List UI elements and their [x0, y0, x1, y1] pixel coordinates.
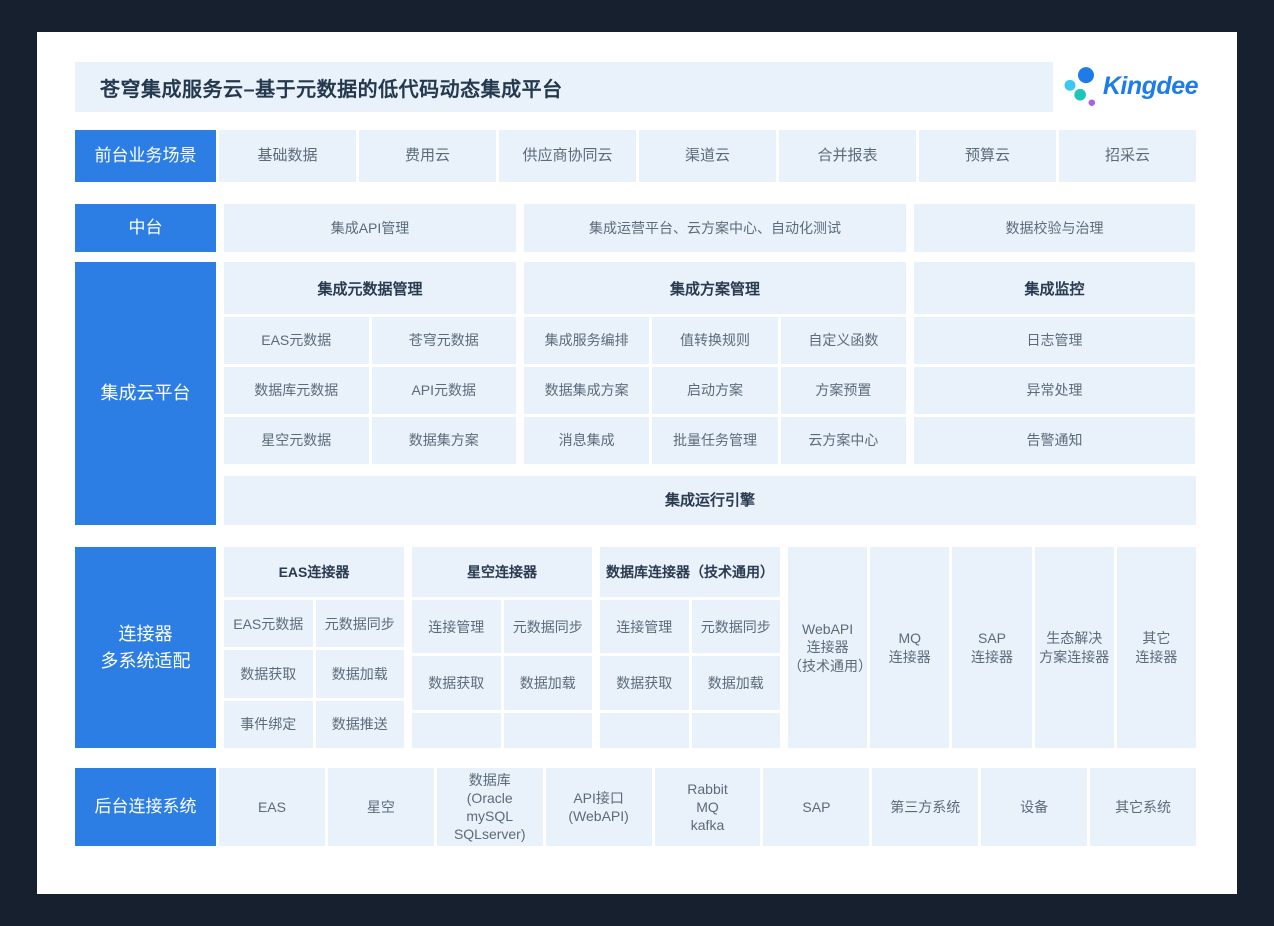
kingdee-logo-icon: [1062, 55, 1097, 117]
tall-connector-cell: MQ 连接器: [870, 547, 949, 748]
solution-management-grid: 集成服务编排 值转换规则 自定义函数 数据集成方案 启动方案 方案预置 消息集成…: [524, 317, 906, 464]
connector-cell: 数据加载: [692, 656, 781, 709]
backend-item: 星空: [328, 768, 434, 846]
platform-cell: 星空元数据: [224, 417, 369, 464]
row-label-platform: 集成云平台: [75, 262, 216, 525]
front-office-row: 前台业务场景 基础数据 费用云 供应商协同云 渠道云 合并报表 预算云 招采云: [75, 130, 1196, 182]
platform-cell: EAS元数据: [224, 317, 369, 364]
platform-cell: 消息集成: [524, 417, 649, 464]
connector-cell: 元数据同步: [504, 600, 593, 653]
row-label-front-office: 前台业务场景: [75, 130, 216, 182]
platform-section: 集成云平台 集成元数据管理 EAS元数据 苍穹元数据 数据库元数据 API元数据…: [75, 262, 1196, 525]
front-office-item: 渠道云: [639, 130, 776, 182]
monitoring-group: 集成监控 日志管理 异常处理 告警通知: [914, 262, 1195, 464]
middle-office-item: 集成运营平台、云方案中心、自动化测试: [524, 204, 906, 252]
row-label-connectors: 连接器 多系统适配: [75, 547, 216, 748]
platform-groups: 集成元数据管理 EAS元数据 苍穹元数据 数据库元数据 API元数据 星空元数据…: [224, 262, 1196, 464]
connector-cell: 连接管理: [412, 600, 501, 653]
connector-cell: 数据加载: [504, 656, 593, 709]
connector-cell: 连接管理: [600, 600, 689, 653]
galaxy-connector-grid: 连接管理 元数据同步 数据获取 数据加载: [412, 600, 592, 748]
backend-item: EAS: [219, 768, 325, 846]
metadata-management-grid: EAS元数据 苍穹元数据 数据库元数据 API元数据 星空元数据 数据集方案: [224, 317, 516, 464]
front-office-item: 合并报表: [779, 130, 916, 182]
platform-cell: 数据集成方案: [524, 367, 649, 414]
page-header: 苍穹集成服务云–基于元数据的低代码动态集成平台: [75, 62, 1053, 112]
page-title: 苍穹集成服务云–基于元数据的低代码动态集成平台: [100, 73, 563, 102]
platform-cell: 自定义函数: [781, 317, 906, 364]
connector-cell: [504, 713, 593, 748]
backend-item: 设备: [981, 768, 1087, 846]
eas-connector-grid: EAS元数据 元数据同步 数据获取 数据加载 事件绑定 数据推送: [224, 600, 404, 748]
group-title: 集成方案管理: [524, 262, 906, 314]
connector-cell: 元数据同步: [692, 600, 781, 653]
platform-cell: 批量任务管理: [652, 417, 777, 464]
group-title: 数据库连接器（技术通用）: [600, 547, 780, 597]
group-title: EAS连接器: [224, 547, 404, 597]
connector-cell: 事件绑定: [224, 701, 313, 748]
platform-cell: 告警通知: [914, 417, 1195, 464]
connector-cell: [412, 713, 501, 748]
platform-cell: 日志管理: [914, 317, 1195, 364]
galaxy-connector-group: 星空连接器 连接管理 元数据同步 数据获取 数据加载: [412, 547, 592, 748]
platform-cell: 数据库元数据: [224, 367, 369, 414]
connector-cell: 数据加载: [316, 650, 405, 697]
connector-cell: [600, 713, 689, 748]
platform-cell: 数据集方案: [372, 417, 517, 464]
row-label-backend: 后台连接系统: [75, 768, 216, 846]
connectors-section: 连接器 多系统适配 EAS连接器 EAS元数据 元数据同步 数据获取 数据加载 …: [75, 547, 1196, 748]
kingdee-logo: Kingdee: [1062, 55, 1198, 117]
database-connector-grid: 连接管理 元数据同步 数据获取 数据加载: [600, 600, 780, 748]
front-office-item: 供应商协同云: [499, 130, 636, 182]
backend-item: 数据库 (Oracle mySQL SQLserver): [437, 768, 543, 846]
tall-connector-cell: 其它 连接器: [1117, 547, 1196, 748]
front-office-item: 费用云: [359, 130, 496, 182]
monitoring-grid: 日志管理 异常处理 告警通知: [914, 317, 1195, 464]
solution-management-group: 集成方案管理 集成服务编排 值转换规则 自定义函数 数据集成方案 启动方案 方案…: [524, 262, 906, 464]
metadata-management-group: 集成元数据管理 EAS元数据 苍穹元数据 数据库元数据 API元数据 星空元数据…: [224, 262, 516, 464]
group-title: 集成元数据管理: [224, 262, 516, 314]
connector-cell: 数据获取: [224, 650, 313, 697]
front-office-item: 基础数据: [219, 130, 356, 182]
backend-item: 其它系统: [1090, 768, 1196, 846]
backend-item: API接口 (WebAPI): [546, 768, 652, 846]
eas-connector-group: EAS连接器 EAS元数据 元数据同步 数据获取 数据加载 事件绑定 数据推送: [224, 547, 404, 748]
main-card: 苍穹集成服务云–基于元数据的低代码动态集成平台 Kingdee 前台业务场景 基…: [37, 32, 1237, 894]
backend-systems-row: 后台连接系统 EAS 星空 数据库 (Oracle mySQL SQLserve…: [75, 768, 1196, 846]
engine-bar: 集成运行引擎: [224, 476, 1196, 525]
platform-cell: 值转换规则: [652, 317, 777, 364]
backend-item: SAP: [763, 768, 869, 846]
backend-item: Rabbit MQ kafka: [655, 768, 761, 846]
tall-connector-cell: WebAPI 连接器 （技术通用）: [788, 547, 867, 748]
platform-cell: 苍穹元数据: [372, 317, 517, 364]
connector-cell: EAS元数据: [224, 600, 313, 647]
connector-cell: [692, 713, 781, 748]
row-label-middle-office: 中台: [75, 204, 216, 252]
platform-cell: API元数据: [372, 367, 517, 414]
group-title: 集成监控: [914, 262, 1195, 314]
tall-connector-cell: 生态解决 方案连接器: [1035, 547, 1114, 748]
connector-cell: 元数据同步: [316, 600, 405, 647]
middle-office-row: 中台 集成API管理 集成运营平台、云方案中心、自动化测试 数据校验与治理: [75, 204, 1196, 252]
middle-office-item: 集成API管理: [224, 204, 516, 252]
connector-cell: 数据获取: [600, 656, 689, 709]
front-office-item: 预算云: [919, 130, 1056, 182]
tall-connectors: WebAPI 连接器 （技术通用） MQ 连接器 SAP 连接器 生态解决 方案…: [788, 547, 1196, 748]
platform-cell: 方案预置: [781, 367, 906, 414]
platform-content: 集成元数据管理 EAS元数据 苍穹元数据 数据库元数据 API元数据 星空元数据…: [224, 262, 1196, 525]
middle-office-item: 数据校验与治理: [914, 204, 1195, 252]
database-connector-group: 数据库连接器（技术通用） 连接管理 元数据同步 数据获取 数据加载: [600, 547, 780, 748]
platform-cell: 集成服务编排: [524, 317, 649, 364]
platform-cell: 启动方案: [652, 367, 777, 414]
connector-cell: 数据推送: [316, 701, 405, 748]
kingdee-brand-text: Kingdee: [1103, 72, 1198, 101]
group-title: 星空连接器: [412, 547, 592, 597]
connector-cell: 数据获取: [412, 656, 501, 709]
backend-item: 第三方系统: [872, 768, 978, 846]
platform-cell: 云方案中心: [781, 417, 906, 464]
platform-cell: 异常处理: [914, 367, 1195, 414]
front-office-item: 招采云: [1059, 130, 1196, 182]
tall-connector-cell: SAP 连接器: [952, 547, 1031, 748]
